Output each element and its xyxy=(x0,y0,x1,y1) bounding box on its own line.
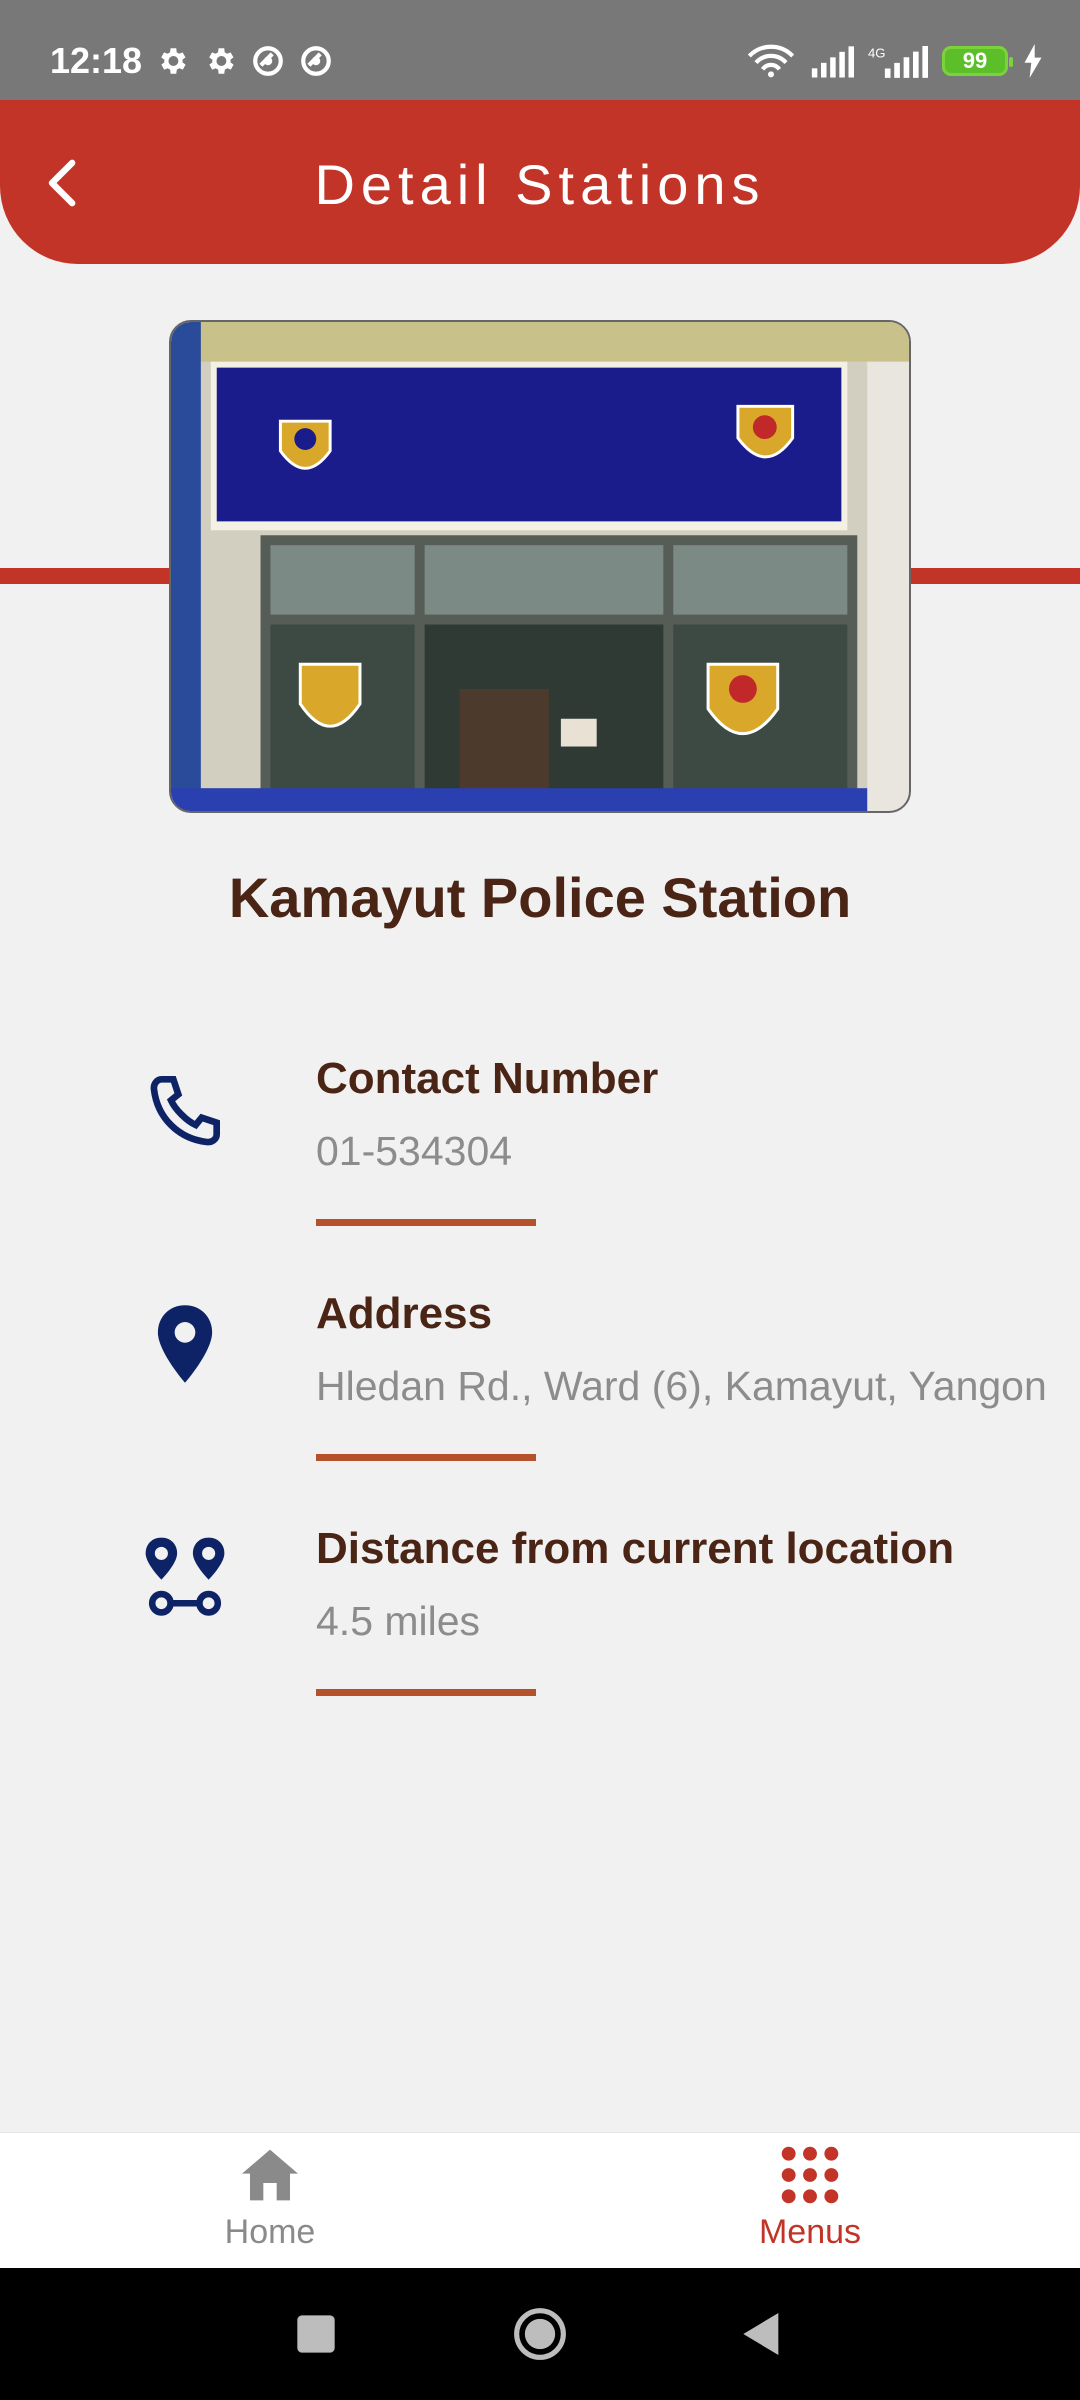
station-name: Kamayut Police Station xyxy=(228,866,852,929)
battery-icon: 99 xyxy=(942,46,1013,76)
grid-menu-icon xyxy=(781,2146,839,2204)
gear-icon xyxy=(161,48,186,74)
address-label: Address xyxy=(316,1289,493,1338)
sync-icon xyxy=(301,46,331,76)
nav-menus[interactable]: Menus xyxy=(660,2133,960,2269)
gear-icon xyxy=(209,48,234,74)
app-bar: Detail Stations xyxy=(0,100,1080,264)
sync-icon xyxy=(253,46,283,76)
address-value: Hledan Rd., Ward (6), Kamayut, Yangon xyxy=(316,1363,1047,1409)
location-pin-icon xyxy=(140,1299,230,1389)
station-photo xyxy=(169,320,911,813)
distance-value: 4.5 miles xyxy=(316,1598,481,1644)
system-navigation-bar xyxy=(0,2268,1080,2400)
divider xyxy=(316,1689,536,1696)
svg-text:4G: 4G xyxy=(868,45,886,60)
wifi-icon xyxy=(747,44,795,78)
back-triangle-icon[interactable] xyxy=(734,2306,790,2362)
status-icons-left xyxy=(155,44,333,78)
charging-icon xyxy=(1024,44,1042,78)
contact-number-label: Contact Number xyxy=(316,1054,659,1103)
nav-home-label: Home xyxy=(224,2213,316,2251)
home-icon xyxy=(242,2149,298,2201)
divider xyxy=(316,1219,536,1226)
phone-icon xyxy=(140,1066,230,1156)
bottom-navigation: Home Menus xyxy=(0,2132,1080,2268)
route-icon xyxy=(140,1532,230,1622)
station-photo-illustration xyxy=(171,322,909,811)
status-bar: 12:18 4G 99 xyxy=(0,0,1080,100)
nav-menus-label: Menus xyxy=(758,2213,862,2251)
signal-4g-icon: 4G xyxy=(868,45,928,78)
signal-icon xyxy=(811,46,854,78)
contact-number-value: 01-534304 xyxy=(316,1128,513,1174)
nav-home[interactable]: Home xyxy=(120,2133,420,2269)
distance-label: Distance from current location xyxy=(316,1524,955,1573)
recent-apps-icon[interactable] xyxy=(288,2306,344,2362)
status-icons-right: 4G 99 xyxy=(746,44,1044,78)
divider xyxy=(316,1454,536,1461)
battery-level: 99 xyxy=(962,48,988,73)
page-title: Detail Stations xyxy=(314,153,766,216)
home-circle-icon[interactable] xyxy=(512,2306,568,2362)
status-time: 12:18 xyxy=(50,40,143,81)
